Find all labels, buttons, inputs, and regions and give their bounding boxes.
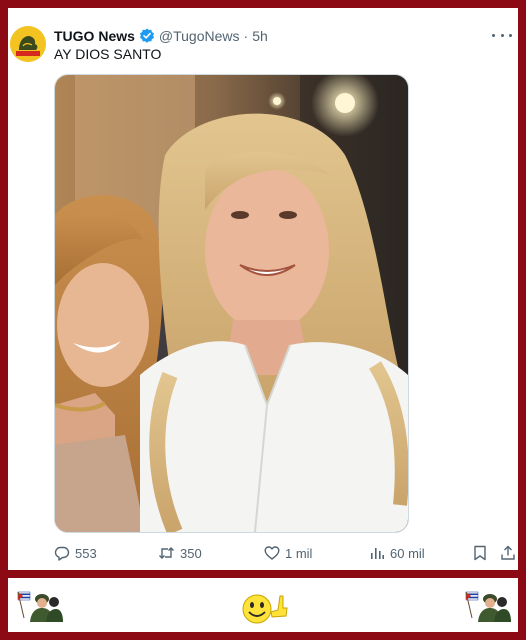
like-count: 1 mil xyxy=(285,545,313,561)
views-bar-chart-icon xyxy=(371,548,384,559)
share-icon xyxy=(501,545,515,560)
reply-count: 553 xyxy=(75,545,97,561)
avatar-logo-image xyxy=(10,26,46,62)
more-dots-icon[interactable] xyxy=(492,27,512,43)
bookmark-icon xyxy=(474,545,486,561)
bookmark-button[interactable] xyxy=(473,543,487,563)
reply-icon xyxy=(54,546,70,561)
photo-image xyxy=(55,75,408,532)
author-handle[interactable]: @TugoNews xyxy=(159,28,240,44)
tweet-text: AY DIOS SANTO xyxy=(54,46,162,62)
flag-soldiers-left-sticker xyxy=(16,588,64,627)
views-button[interactable]: 60 mil xyxy=(369,543,425,563)
reply-button[interactable]: 553 xyxy=(54,543,97,563)
author-avatar[interactable] xyxy=(10,26,46,62)
tweet-photo[interactable] xyxy=(54,74,409,533)
smiley-thumbs-up-sticker xyxy=(240,586,290,631)
repost-button[interactable]: 350 xyxy=(158,543,202,563)
separator-dot: · xyxy=(243,28,249,44)
repost-count: 350 xyxy=(180,545,202,561)
heart-icon xyxy=(264,546,280,560)
author-name[interactable]: TUGO News xyxy=(54,28,135,44)
tweet-timestamp[interactable]: 5h xyxy=(252,28,268,44)
views-count: 60 mil xyxy=(390,545,425,561)
share-button[interactable] xyxy=(500,543,516,563)
flag-soldiers-right-sticker xyxy=(464,588,512,627)
verified-badge-icon xyxy=(139,28,155,44)
like-button[interactable]: 1 mil xyxy=(264,543,312,563)
tweet-header: TUGO News @TugoNews · 5h xyxy=(54,27,268,45)
repost-icon xyxy=(159,547,174,559)
tweet-action-bar: 553 350 1 mil 60 mil xyxy=(54,543,516,563)
